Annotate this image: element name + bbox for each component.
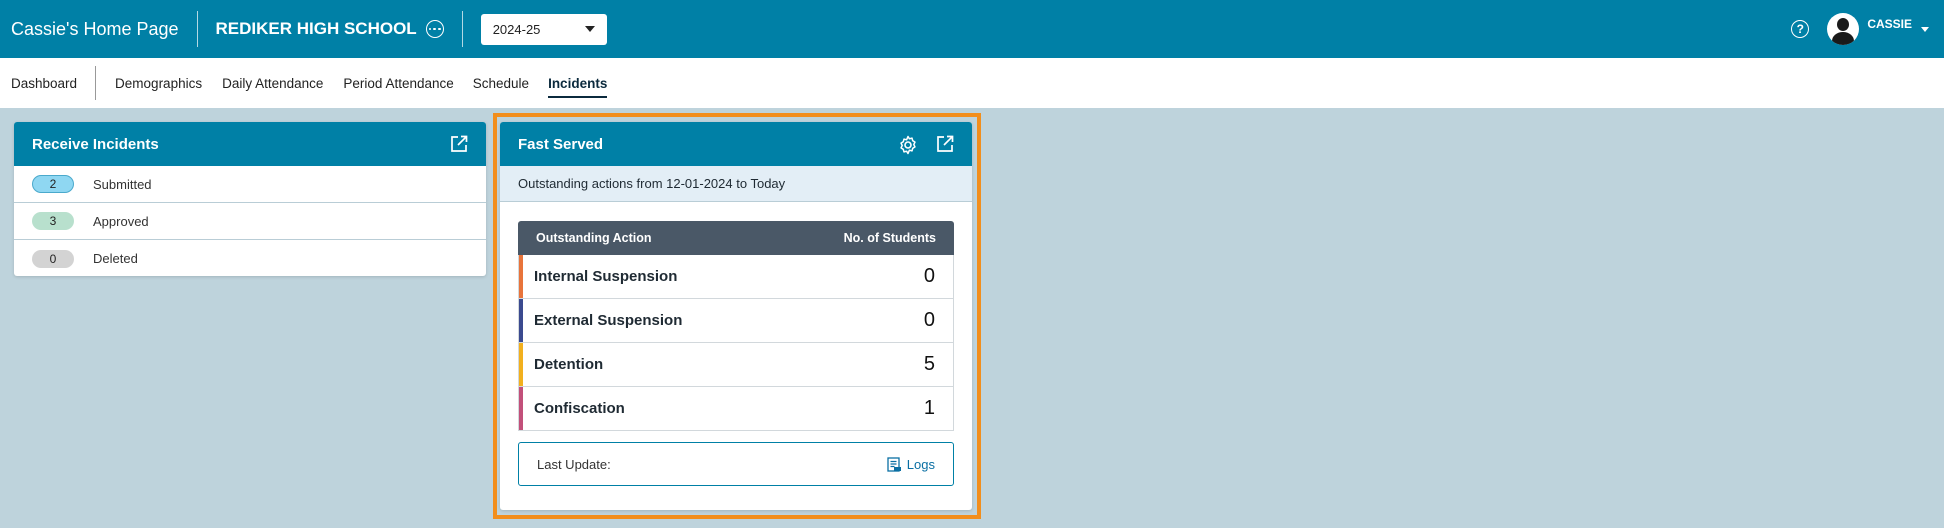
help-icon[interactable]: ? xyxy=(1791,20,1810,38)
fast-served-card: Fast Served Outstanding actions from 12-… xyxy=(500,122,972,510)
student-count[interactable]: 0 xyxy=(924,309,935,332)
user-name[interactable]: CASSIE xyxy=(1867,17,1912,31)
logs-label: Logs xyxy=(906,456,935,472)
school-name: REDIKER HIGH SCHOOL xyxy=(215,19,417,38)
tab-schedule[interactable]: Schedule xyxy=(473,58,529,108)
student-count[interactable]: 0 xyxy=(924,265,935,288)
external-link-icon[interactable] xyxy=(450,135,468,153)
more-options-icon[interactable] xyxy=(425,20,444,38)
list-item[interactable]: 3 Approved xyxy=(14,203,486,240)
table-header: Outstanding Action No. of Students xyxy=(518,221,954,255)
list-item[interactable]: 0 Deleted xyxy=(14,240,486,277)
table-row[interactable]: Confiscation 1 xyxy=(518,387,954,431)
list-item-label: Deleted xyxy=(93,251,138,266)
action-name: Internal Suspension xyxy=(534,268,678,285)
count-badge: 0 xyxy=(32,249,74,268)
fast-served-header: Fast Served xyxy=(500,122,972,166)
column-header-action: Outstanding Action xyxy=(536,231,652,245)
student-count[interactable]: 1 xyxy=(924,397,935,420)
last-update-label: Last Update: xyxy=(537,456,611,472)
action-name: External Suspension xyxy=(534,312,683,329)
receive-incidents-header: Receive Incidents xyxy=(14,122,486,166)
card-actions xyxy=(898,135,954,155)
list-item-label: Approved xyxy=(93,213,149,229)
user-menu-chevron-icon[interactable] xyxy=(1921,26,1929,32)
user-area: ? CASSIE xyxy=(1791,0,1944,58)
tab-daily-attendance[interactable]: Daily Attendance xyxy=(222,58,323,108)
school-selector[interactable]: REDIKER HIGH SCHOOL xyxy=(198,11,444,47)
school-year-value: 2024-25 xyxy=(492,21,541,37)
tab-period-attendance[interactable]: Period Attendance xyxy=(343,58,453,108)
tab-incidents[interactable]: Incidents xyxy=(548,58,608,108)
table-row[interactable]: Detention 5 xyxy=(518,343,954,387)
table-row[interactable]: External Suspension 0 xyxy=(518,299,954,343)
date-range-subtitle: Outstanding actions from 12-01-2024 to T… xyxy=(500,166,972,202)
card-title: Fast Served xyxy=(518,135,604,153)
school-year-select[interactable]: 2024-25 xyxy=(480,13,607,45)
nav-divider xyxy=(95,66,97,100)
receive-incidents-card: Receive Incidents 2 Submitted 3 Approved… xyxy=(14,122,486,276)
chevron-down-icon xyxy=(584,26,595,32)
external-link-icon[interactable] xyxy=(936,135,954,153)
outstanding-actions-table: Outstanding Action No. of Students Inter… xyxy=(518,221,954,431)
tab-demographics[interactable]: Demographics xyxy=(115,58,202,108)
list-item[interactable]: 2 Submitted xyxy=(14,166,486,203)
card-title: Receive Incidents xyxy=(32,135,159,153)
logs-link[interactable]: Logs xyxy=(887,457,935,472)
sub-navigation: Dashboard Demographics Daily Attendance … xyxy=(0,58,1944,108)
column-header-students: No. of Students xyxy=(843,231,936,245)
logs-icon xyxy=(887,456,901,472)
count-badge: 3 xyxy=(32,212,74,230)
table-row[interactable]: Internal Suspension 0 xyxy=(518,255,954,299)
list-item-label: Submitted xyxy=(93,176,152,192)
tab-dashboard[interactable]: Dashboard xyxy=(0,58,95,108)
action-name: Detention xyxy=(534,356,604,373)
home-page-title[interactable]: Cassie's Home Page xyxy=(0,11,198,47)
header-divider xyxy=(461,11,463,47)
top-bar: Cassie's Home Page REDIKER HIGH SCHOOL 2… xyxy=(0,0,1944,58)
last-update-bar: Last Update: Logs xyxy=(518,442,954,486)
student-count[interactable]: 5 xyxy=(924,353,935,376)
count-badge: 2 xyxy=(32,175,74,193)
avatar[interactable] xyxy=(1827,13,1860,45)
action-name: Confiscation xyxy=(534,400,625,417)
gear-icon[interactable] xyxy=(898,135,916,155)
